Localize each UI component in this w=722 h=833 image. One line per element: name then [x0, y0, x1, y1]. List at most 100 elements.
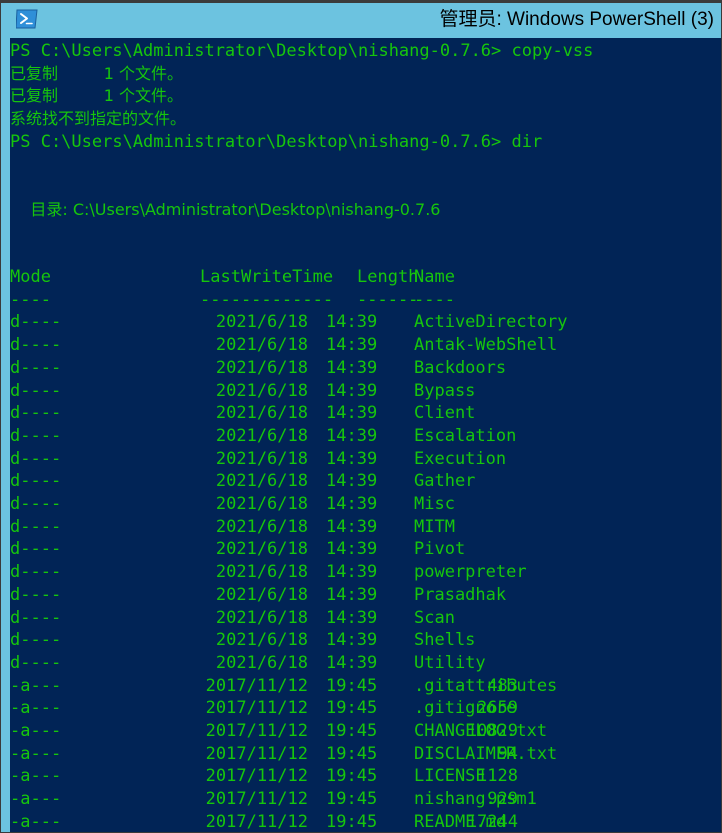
- cell-date: 2021/6/18: [215, 630, 308, 651]
- table-row: d---- 2021/6/18 14:39 Backdoors: [10, 358, 721, 381]
- cell-date: 2021/6/18: [215, 425, 308, 446]
- cell-name: DISCLAIMER.txt: [414, 743, 558, 764]
- cell-name: Gather: [414, 471, 476, 492]
- table-row: -a--- 2017/11/12 19:45 1128 LICENSE: [10, 766, 721, 789]
- table-row: d---- 2021/6/18 14:39 Antak-WebShell: [10, 335, 721, 358]
- rule-length: ------: [357, 289, 419, 310]
- column-header-length: Length: [357, 267, 419, 287]
- cell-time: 14:39: [326, 357, 378, 378]
- cell-date: 2017/11/12: [205, 766, 308, 787]
- window-title: 管理员: Windows PowerShell (3): [439, 9, 714, 30]
- cell-mode: -a---: [10, 743, 62, 764]
- console-output-line: 系统找不到指定的文件。: [10, 109, 187, 129]
- rule-lastwritetime: -------------: [200, 289, 334, 310]
- cell-date: 2021/6/18: [215, 607, 308, 628]
- table-row: d---- 2021/6/18 14:39 ActiveDirectory: [10, 312, 721, 335]
- cell-name: MITM: [414, 516, 455, 537]
- table-row: d---- 2021/6/18 14:39 Escalation: [10, 426, 721, 449]
- cell-mode: d----: [10, 448, 62, 469]
- cell-name: Prasadhak: [414, 584, 507, 605]
- column-header-name: Name: [414, 267, 455, 287]
- table-row: d---- 2021/6/18 14:39 Scan: [10, 608, 721, 631]
- cell-date: 2021/6/18: [215, 403, 308, 424]
- table-row: d---- 2021/6/18 14:39 Bypass: [10, 381, 721, 404]
- console-output-line: 已复制 1 个文件。: [10, 63, 184, 83]
- rule-name: ----: [414, 289, 455, 310]
- cell-date: 2021/6/18: [215, 584, 308, 605]
- cell-time: 14:39: [326, 630, 378, 651]
- cell-name: Client: [414, 403, 476, 424]
- cell-time: 14:39: [326, 516, 378, 537]
- cell-mode: d----: [10, 403, 62, 424]
- cell-mode: -a---: [10, 811, 62, 832]
- cell-time: 14:39: [326, 312, 378, 333]
- cell-name: Bypass: [414, 380, 476, 401]
- cell-mode: -a---: [10, 789, 62, 810]
- cell-name: ActiveDirectory: [414, 312, 568, 333]
- table-row: -a--- 2017/11/12 19:45 483 .gitattributes: [10, 676, 721, 699]
- cell-time: 14:39: [326, 471, 378, 492]
- cell-mode: d----: [10, 471, 62, 492]
- table-row: d---- 2021/6/18 14:39 Execution: [10, 449, 721, 472]
- cell-date: 2021/6/18: [215, 562, 308, 583]
- table-row: -a--- 2017/11/12 19:45 10829 CHANGELOG.txt: [10, 721, 721, 744]
- cell-date: 2017/11/12: [205, 743, 308, 764]
- powershell-icon[interactable]: [15, 9, 38, 29]
- cell-mode: d----: [10, 562, 62, 583]
- table-row: d---- 2021/6/18 14:39 Client: [10, 403, 721, 426]
- cell-date: 2017/11/12: [205, 811, 308, 832]
- table-row: -a--- 2017/11/12 19:45 2659 .gitignore: [10, 698, 721, 721]
- cell-name: LICENSE: [414, 766, 486, 787]
- cell-date: 2021/6/18: [215, 380, 308, 401]
- cell-time: 14:39: [326, 494, 378, 514]
- cell-name: nishang.psm1: [414, 789, 537, 810]
- cell-date: 2017/11/12: [205, 698, 308, 719]
- cell-date: 2021/6/18: [215, 335, 308, 356]
- title-bar-top-edge: [0, 0, 722, 3]
- table-rule-row: ---- ------------- ------ ----: [10, 290, 721, 313]
- cell-name: powerpreter: [414, 562, 527, 583]
- column-header-mode: Mode: [10, 267, 51, 287]
- title-bar[interactable]: 管理员: Windows PowerShell (3): [0, 0, 722, 38]
- cell-mode: -a---: [10, 766, 62, 787]
- table-row: -a--- 2017/11/12 19:45 17244 README.md: [10, 812, 721, 832]
- cell-mode: -a---: [10, 675, 62, 696]
- cell-name: .gitattributes: [414, 675, 558, 696]
- cell-mode: d----: [10, 335, 62, 356]
- table-row: d---- 2021/6/18 14:39 Misc: [10, 494, 721, 517]
- table-row: d---- 2021/6/18 14:39 powerpreter: [10, 562, 721, 585]
- cell-name: Scan: [414, 607, 455, 628]
- cell-mode: d----: [10, 425, 62, 446]
- table-row: d---- 2021/6/18 14:39 Prasadhak: [10, 585, 721, 608]
- cell-mode: d----: [10, 630, 62, 651]
- cell-name: Antak-WebShell: [414, 335, 558, 356]
- cell-date: 2021/6/18: [215, 471, 308, 492]
- console-output-line: 已复制 1 个文件。: [10, 86, 184, 106]
- cell-date: 2017/11/12: [205, 721, 308, 741]
- rule-mode: ----: [10, 289, 51, 310]
- cell-time: 14:39: [326, 335, 378, 356]
- cell-date: 2021/6/18: [215, 539, 308, 560]
- cell-date: 2021/6/18: [215, 494, 308, 514]
- cell-time: 14:39: [326, 403, 378, 424]
- cell-time: 14:39: [326, 562, 378, 583]
- cell-mode: d----: [10, 312, 62, 333]
- cell-mode: d----: [10, 652, 62, 673]
- cell-date: 2021/6/18: [215, 516, 308, 537]
- cell-name: Shells: [414, 630, 476, 651]
- cell-mode: d----: [10, 516, 62, 537]
- cell-name: Backdoors: [414, 357, 507, 378]
- console-output-area[interactable]: PS C:\Users\Administrator\Desktop\nishan…: [10, 38, 721, 832]
- cell-mode: d----: [10, 584, 62, 605]
- cell-mode: d----: [10, 380, 62, 401]
- cell-time: 14:39: [326, 380, 378, 401]
- table-row: d---- 2021/6/18 14:39 Utility: [10, 653, 721, 676]
- cell-time: 14:39: [326, 425, 378, 446]
- cell-time: 14:39: [326, 584, 378, 605]
- cell-name: Utility: [414, 652, 486, 673]
- cell-name: Pivot: [414, 539, 466, 560]
- cell-name: CHANGELOG.txt: [414, 721, 548, 741]
- cell-mode: d----: [10, 607, 62, 628]
- console-prompt-line: PS C:\Users\Administrator\Desktop\nishan…: [10, 41, 594, 61]
- cell-date: 2017/11/12: [205, 675, 308, 696]
